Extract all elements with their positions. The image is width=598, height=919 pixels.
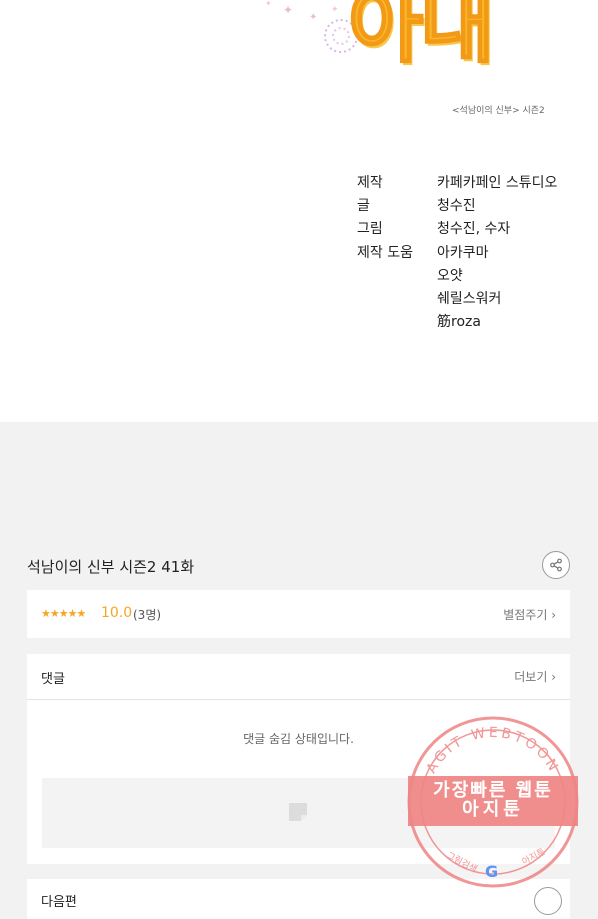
document-icon	[289, 803, 307, 821]
rate-button[interactable]: 별점주기 ›	[503, 606, 556, 623]
rating-card: ★★★★★ 10.0 (3명) 별점주기 ›	[27, 590, 570, 638]
google-icon: G	[485, 862, 498, 881]
comment-label: 댓글	[41, 672, 65, 687]
credit-row: 오얏	[357, 263, 557, 286]
credit-role: 글	[357, 197, 370, 214]
credit-row: 筋roza	[357, 310, 557, 333]
watermark-banner: 가장빠른 웹툰 아지툰	[408, 776, 578, 826]
svg-text:✦: ✦	[309, 12, 317, 23]
credit-name: 오얏	[437, 267, 463, 284]
episode-end-panel: ✦ ✦ ✦ ✦ 아내 <석남이의 신부> 시즌2 제작 카페카페인 스튜디오 글…	[0, 0, 598, 422]
episode-title: 석남이의 신부 시즌2 41화	[27, 558, 195, 576]
credit-role: 그림	[357, 221, 383, 238]
credits-list: 제작 카페카페인 스튜디오 글 청수진 그림 청수진, 수자 제작 도움 아카쿠…	[357, 170, 557, 333]
comment-more-link[interactable]: 더보기 ›	[514, 668, 556, 685]
credit-name: 청수진, 수자	[437, 221, 511, 238]
credit-row: 그림 청수진, 수자	[357, 217, 557, 240]
rating-score: 10.0	[101, 605, 133, 621]
credit-name: 아카쿠마	[437, 244, 489, 261]
series-subtitle: <석남이의 신부> 시즌2	[452, 106, 545, 116]
credit-role: 제작 도움	[357, 244, 413, 261]
svg-text:✦: ✦	[331, 5, 339, 15]
share-icon	[550, 558, 562, 572]
webtoon-title-art: 아내	[347, 0, 496, 74]
comment-header: 댓글 더보기 ›	[27, 654, 570, 700]
credit-role: 제작	[357, 174, 383, 191]
rating-votes: (3명)	[133, 608, 162, 622]
next-episode-label: 다음편	[41, 895, 77, 910]
credit-name: 쉐릴스워커	[437, 291, 502, 308]
credit-name: 카페카페인 스튜디오	[437, 174, 558, 191]
credit-row: 제작 도움 아카쿠마	[357, 240, 557, 263]
credit-name: 청수진	[437, 197, 476, 214]
credit-name: 筋roza	[437, 314, 481, 331]
watermark-line2: 아지툰	[462, 799, 524, 820]
credit-row: 쉐릴스워커	[357, 286, 557, 309]
rating-stars: ★★★★★	[41, 607, 86, 620]
next-episode-icon	[534, 887, 562, 915]
svg-text:✦: ✦	[283, 3, 293, 17]
credit-row: 글 청수진	[357, 193, 557, 216]
svg-text:✦: ✦	[265, 0, 272, 8]
credit-row: 제작 카페카페인 스튜디오	[357, 170, 557, 193]
share-button[interactable]	[542, 551, 570, 579]
